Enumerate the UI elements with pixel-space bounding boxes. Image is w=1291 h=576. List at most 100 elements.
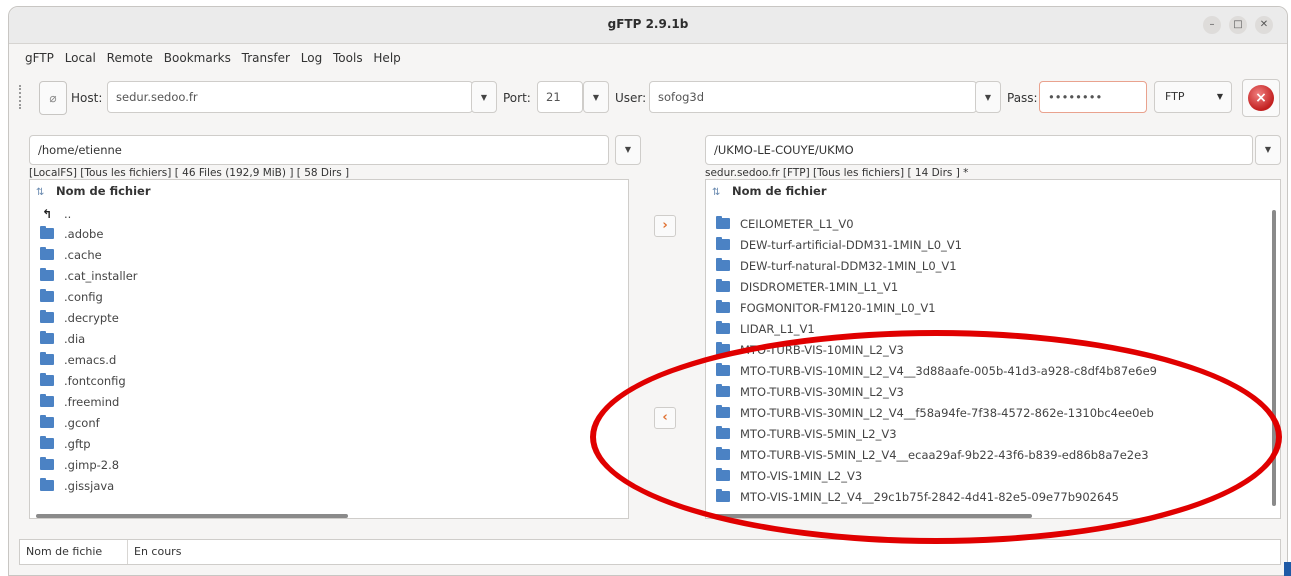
user-dropdown[interactable]: ▼ <box>975 81 1001 113</box>
list-item[interactable]: .fontconfig <box>30 371 126 391</box>
menu-local[interactable]: Local <box>65 51 96 65</box>
queue-column-filename[interactable]: Nom de fichie <box>20 540 128 564</box>
local-path-field[interactable]: /home/etienne <box>29 135 609 165</box>
menu-remote[interactable]: Remote <box>107 51 153 65</box>
list-item[interactable]: MTO-TURB-VIS-5MIN_L2_V3 <box>706 424 897 444</box>
list-item[interactable]: LIDAR_L1_V1 <box>706 319 815 339</box>
title-bar[interactable]: gFTP 2.9.1b – □ ✕ <box>9 7 1287 44</box>
chevron-down-icon: ▼ <box>592 93 600 102</box>
local-horizontal-scrollbar[interactable] <box>36 514 348 518</box>
host-field[interactable] <box>107 81 473 113</box>
close-window-button[interactable]: ✕ <box>1255 16 1273 34</box>
port-label: Port: <box>503 91 531 105</box>
host-input[interactable] <box>108 82 472 112</box>
list-item[interactable]: .gissjava <box>30 476 114 496</box>
remote-file-list[interactable]: ⇅ Nom de fichier CEILOMETER_L1_V0 DEW-tu… <box>705 179 1281 519</box>
local-path-dropdown[interactable]: ▼ <box>615 135 641 165</box>
download-button[interactable]: ‹ <box>654 407 676 429</box>
minimize-button[interactable]: – <box>1203 16 1221 34</box>
list-item[interactable]: .gimp-2.8 <box>30 455 119 475</box>
list-item[interactable]: MTO-TURB-VIS-5MIN_L2_V4__ecaa29af-9b22-4… <box>706 445 1149 465</box>
folder-icon <box>716 426 730 439</box>
remote-path-value: /UKMO-LE-COUYE/UKMO <box>714 143 854 157</box>
list-item[interactable]: .config <box>30 287 103 307</box>
list-item[interactable]: .gconf <box>30 413 100 433</box>
maximize-button[interactable]: □ <box>1229 16 1247 34</box>
port-dropdown[interactable]: ▼ <box>583 81 609 113</box>
list-item[interactable]: .gftp <box>30 434 91 454</box>
menu-transfer[interactable]: Transfer <box>242 51 290 65</box>
folder-icon <box>716 405 730 418</box>
local-file-list[interactable]: ⇅ Nom de fichier ↰.. .adobe .cache .cat_… <box>29 179 629 519</box>
list-item[interactable]: .cache <box>30 245 102 265</box>
remote-vertical-scrollbar[interactable] <box>1272 210 1276 506</box>
list-item[interactable]: FOGMONITOR-FM120-1MIN_L0_V1 <box>706 298 936 318</box>
folder-icon <box>716 384 730 397</box>
folder-icon <box>716 237 730 250</box>
connect-button[interactable]: ⌀ <box>39 81 67 115</box>
list-item[interactable]: MTO-TURB-VIS-30MIN_L2_V4__f58a94fe-7f38-… <box>706 403 1154 423</box>
user-input[interactable] <box>650 82 976 112</box>
remote-horizontal-scrollbar[interactable] <box>712 514 1032 518</box>
remote-status: sedur.sedoo.fr [FTP] [Tous les fichiers]… <box>705 167 969 179</box>
list-item[interactable]: DISDROMETER-1MIN_L1_V1 <box>706 277 898 297</box>
list-item[interactable]: .decrypte <box>30 308 119 328</box>
list-item[interactable]: MTO-VIS-1MIN_L2_V3 <box>706 466 862 486</box>
pass-label: Pass: <box>1007 91 1038 105</box>
local-column-header[interactable]: ⇅ Nom de fichier <box>30 184 151 200</box>
menu-log[interactable]: Log <box>301 51 322 65</box>
window-title: gFTP 2.9.1b <box>607 17 689 31</box>
pass-field[interactable] <box>1039 81 1147 113</box>
sort-icon: ⇅ <box>36 187 45 198</box>
folder-icon <box>40 373 54 386</box>
remote-path-dropdown[interactable]: ▼ <box>1255 135 1281 165</box>
list-item[interactable]: DEW-turf-artificial-DDM31-1MIN_L0_V1 <box>706 235 962 255</box>
list-item[interactable]: .emacs.d <box>30 350 116 370</box>
transfer-queue[interactable]: Nom de fichie En cours <box>19 539 1281 565</box>
parent-dir-icon: ↰ <box>41 207 53 221</box>
protocol-select[interactable]: FTP ▼ <box>1154 81 1232 113</box>
queue-column-progress[interactable]: En cours <box>128 540 1280 564</box>
upload-button[interactable]: › <box>654 215 676 237</box>
list-item[interactable]: MTO-TURB-VIS-10MIN_L2_V4__3d88aafe-005b-… <box>706 361 1157 381</box>
folder-icon <box>716 447 730 460</box>
menu-bookmarks[interactable]: Bookmarks <box>164 51 231 65</box>
list-item[interactable]: MTO-TURB-VIS-30MIN_L2_V3 <box>706 382 904 402</box>
list-item[interactable]: MTO-TURB-VIS-10MIN_L2_V3 <box>706 340 904 360</box>
chevron-down-icon: ▼ <box>1216 92 1223 101</box>
desktop-edge <box>1284 562 1291 576</box>
host-dropdown[interactable]: ▼ <box>471 81 497 113</box>
list-item[interactable]: .dia <box>30 329 85 349</box>
folder-icon <box>40 415 54 428</box>
arrow-right-icon: › <box>662 218 668 233</box>
stop-button[interactable]: × <box>1242 79 1280 117</box>
chevron-down-icon: ▼ <box>480 93 488 102</box>
sort-icon: ⇅ <box>712 187 721 198</box>
remote-column-header[interactable]: ⇅ Nom de fichier <box>706 184 827 200</box>
list-item[interactable]: MTO-VIS-1MIN_L2_V4__29c1b75f-2842-4d41-8… <box>706 487 1119 507</box>
list-item[interactable]: DEW-turf-natural-DDM32-1MIN_L0_V1 <box>706 256 957 276</box>
menu-gftp[interactable]: gFTP <box>25 51 54 65</box>
list-item[interactable]: .adobe <box>30 224 103 244</box>
plug-icon: ⌀ <box>49 91 57 105</box>
menu-help[interactable]: Help <box>373 51 400 65</box>
folder-icon <box>716 489 730 502</box>
chevron-down-icon: ▼ <box>1264 145 1272 154</box>
folder-icon <box>716 279 730 292</box>
list-item[interactable]: CEILOMETER_L1_V0 <box>706 214 854 234</box>
remote-column-label: Nom de fichier <box>732 184 827 198</box>
chevron-down-icon: ▼ <box>624 145 632 154</box>
folder-icon <box>716 321 730 334</box>
remote-path-field[interactable]: /UKMO-LE-COUYE/UKMO <box>705 135 1253 165</box>
port-field[interactable] <box>537 81 583 113</box>
user-field[interactable] <box>649 81 977 113</box>
list-item[interactable]: ↰.. <box>30 204 71 224</box>
menu-tools[interactable]: Tools <box>333 51 363 65</box>
folder-icon <box>40 394 54 407</box>
port-input[interactable] <box>538 82 582 112</box>
menu-bar: gFTP Local Remote Bookmarks Transfer Log… <box>25 51 408 71</box>
pass-input[interactable] <box>1040 82 1146 112</box>
list-item[interactable]: .cat_installer <box>30 266 138 286</box>
toolbar-grip[interactable] <box>19 85 25 109</box>
list-item[interactable]: .freemind <box>30 392 119 412</box>
